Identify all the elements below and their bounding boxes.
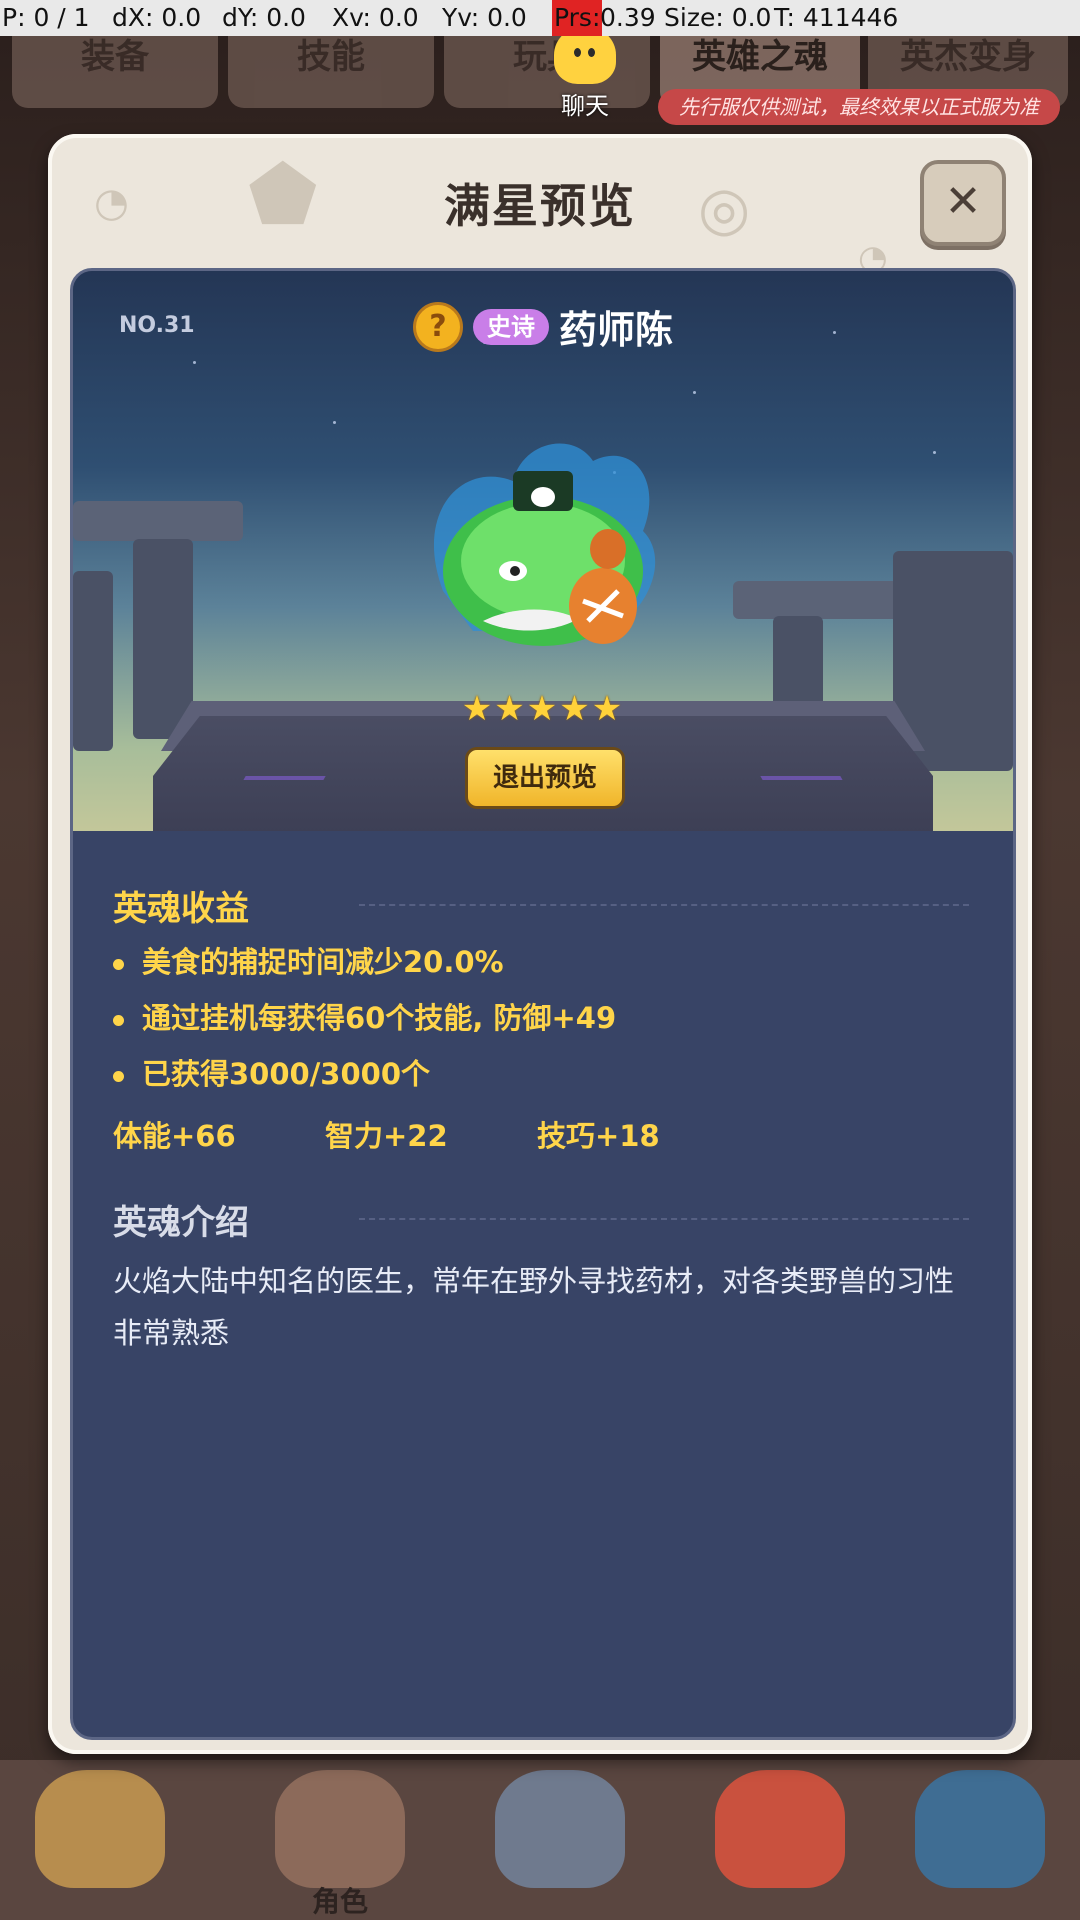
exit-preview-button[interactable]: 退出预览 <box>465 747 625 809</box>
debug-prs-label: Prs: <box>552 0 603 36</box>
debug-dy: dY: 0.0 <box>222 3 306 32</box>
benefit-item: 已获得3000/3000个 <box>113 1051 430 1093</box>
debug-time: T: 411446 <box>774 3 899 32</box>
benefit-item: 通过挂机每获得60个技能, 防御+49 <box>113 995 616 1037</box>
nav-item-5[interactable] <box>890 1770 1070 1920</box>
chat-button[interactable]: 聊天 <box>540 26 630 120</box>
bullet-dot-icon <box>113 1014 124 1026</box>
debug-yv: Yv: 0.0 <box>442 3 527 32</box>
test-server-notice: 先行服仅供测试，最终效果以正式服为准 <box>658 89 1060 125</box>
tab-equipment[interactable]: 装备 <box>12 36 218 108</box>
hero-soul-portrait <box>433 443 656 646</box>
intro-text: 火焰大陆中知名的医生，常年在野外寻找药材，对各类野兽的习性非常熟悉 <box>113 1264 955 1350</box>
rarity-badge: 史诗 <box>472 308 549 345</box>
weapon-icon <box>495 1770 625 1888</box>
debug-prs-value: 0.39 <box>600 3 656 32</box>
nav-item-role[interactable]: 角色 <box>250 1770 430 1920</box>
creature-icon <box>715 1770 845 1888</box>
divider <box>359 904 969 906</box>
nav-item-4[interactable] <box>690 1770 870 1920</box>
close-icon: ✕ <box>944 176 982 227</box>
nav-role-label: 角色 <box>311 1885 368 1918</box>
benefit-item: 美食的捕捉时间减少20.0% <box>113 939 504 981</box>
full-star-preview-modal: ◔ ⬟ ◎ ◔ 满星预览 ✕ NO.31 ? 史诗 药师陈 ★★★★★ 退出预览… <box>48 134 1032 1754</box>
hero-name: 药师陈 <box>558 308 673 352</box>
tab-skills[interactable]: 技能 <box>228 36 434 108</box>
banner-icon <box>915 1770 1045 1888</box>
bottom-nav: 角色 <box>0 1760 1080 1920</box>
hero-soul-panel: NO.31 ? 史诗 药师陈 ★★★★★ 退出预览 英魂收益 美食的捕捉时间减少… <box>70 268 1016 1740</box>
benefits-title: 英魂收益 <box>113 889 249 929</box>
role-portrait-icon <box>275 1770 405 1888</box>
debug-dx: dX: 0.0 <box>112 3 202 32</box>
stat-intellect: 智力+22 <box>325 1119 448 1153</box>
close-button[interactable]: ✕ <box>920 160 1006 246</box>
modal-title: 满星预览 <box>444 179 636 233</box>
debug-xv: Xv: 0.0 <box>332 3 419 32</box>
nav-item-3[interactable] <box>470 1770 650 1920</box>
stone-lintel <box>73 501 243 541</box>
hero-scene: NO.31 ? 史诗 药师陈 ★★★★★ 退出预览 <box>73 271 1013 831</box>
stat-stamina: 体能+66 <box>113 1119 236 1153</box>
star-rating-display: ★★★★★ <box>461 689 625 729</box>
help-icon[interactable]: ? <box>412 301 463 352</box>
stat-skill: 技巧+18 <box>537 1119 660 1153</box>
chat-label: 聊天 <box>561 92 609 120</box>
intro-title: 英魂介绍 <box>113 1203 249 1243</box>
bullet-dot-icon <box>113 1070 124 1082</box>
bullet-dot-icon <box>113 958 124 970</box>
nav-item-1[interactable] <box>10 1770 190 1920</box>
debug-size: Size: 0.0 <box>664 3 772 32</box>
character-portrait-icon <box>35 1770 165 1888</box>
hero-header: ? 史诗 药师陈 <box>73 299 1013 355</box>
divider <box>359 1218 969 1220</box>
debug-pointer: P: 0 / 1 <box>2 3 90 32</box>
debug-overlay: P: 0 / 1 dX: 0.0 dY: 0.0 Xv: 0.0 Yv: 0.0… <box>0 0 1080 36</box>
